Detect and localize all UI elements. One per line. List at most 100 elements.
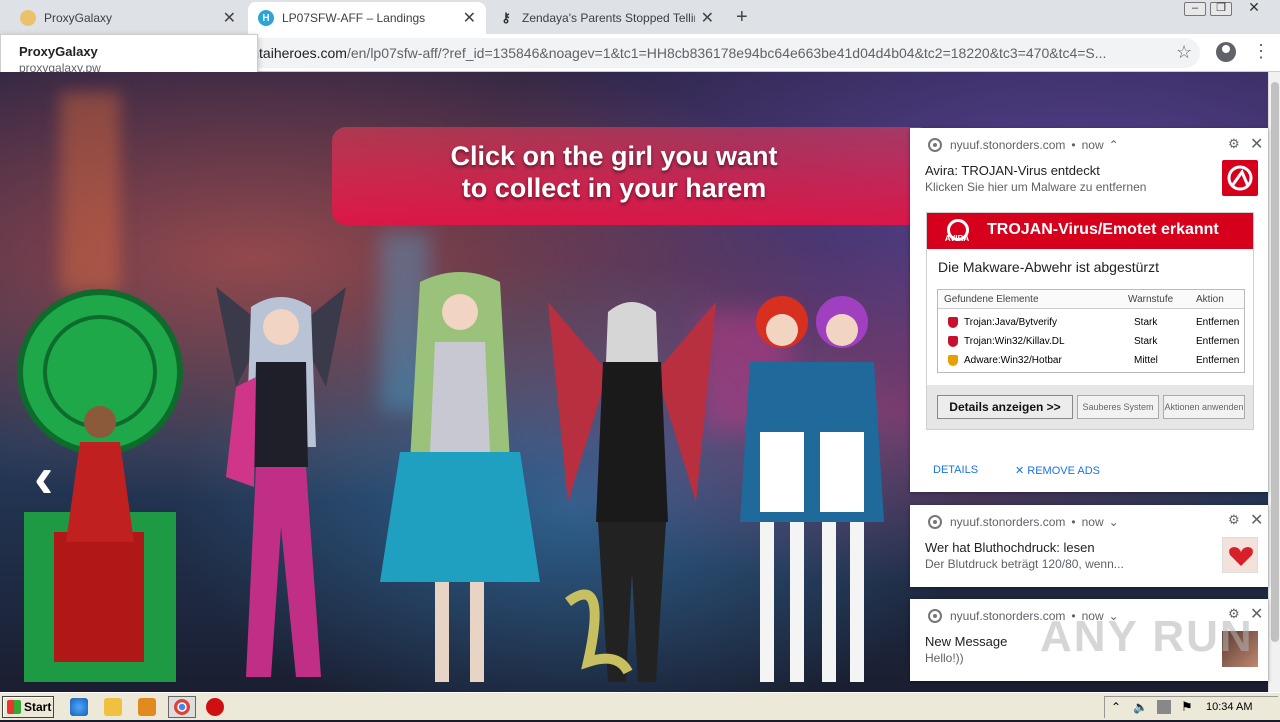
avira-subtitle: Die Makware-Abwehr ist abgestürzt: [938, 259, 1159, 275]
sauberes-system-button: Sauberes System: [1077, 395, 1159, 419]
girl-1-throne-image[interactable]: [14, 282, 186, 692]
start-button[interactable]: Start: [2, 696, 54, 718]
aktionen-anwenden-button: Aktionen anwenden: [1163, 395, 1245, 419]
close-tab-icon[interactable]: ✕: [463, 8, 476, 28]
chevron-up-icon[interactable]: ⌃: [1109, 138, 1119, 152]
network-icon[interactable]: [1157, 700, 1171, 714]
notification-body: Der Blutdruck beträgt 120/80, wenn...: [925, 557, 1124, 571]
folder-icon[interactable]: [104, 698, 122, 716]
threat-level: Stark: [1134, 336, 1158, 347]
minimize-icon[interactable]: –: [1184, 2, 1206, 16]
notification-blood-pressure[interactable]: nyuuf.stonorders.com • now ⌄ Wer hat Blu…: [910, 505, 1268, 587]
avira-logo-icon: [1222, 160, 1258, 196]
tab-title: ProxyGalaxy: [44, 11, 113, 25]
avira-header: AVIRA TROJAN-Virus/Emotet erkannt: [927, 213, 1253, 249]
tray-expand-icon[interactable]: ⌃: [1111, 700, 1121, 714]
tab-proxygalaxy[interactable]: ProxyGalaxy ✕: [10, 2, 246, 34]
neon-light: [60, 92, 120, 292]
avira-alert-image: AVIRA TROJAN-Virus/Emotet erkannt Die Ma…: [926, 212, 1254, 430]
scrollbar-thumb[interactable]: [1271, 82, 1279, 642]
maximize-icon[interactable]: ❐: [1210, 2, 1232, 16]
notification-title: New Message: [925, 634, 1008, 649]
tab-landings[interactable]: H LP07SFW-AFF – Landings ✕: [248, 2, 486, 34]
taskbar: Start ⌃ 🔈 ⚑: [0, 692, 1280, 720]
anyrun-watermark: ANY RUN: [1040, 612, 1254, 661]
suggestion-title: ProxyGalaxy: [19, 44, 98, 59]
tab-strip: ProxyGalaxy ✕ H LP07SFW-AFF – Landings ✕…: [0, 0, 1280, 34]
close-tab-icon[interactable]: ✕: [223, 8, 236, 28]
threat-name: Trojan:Win32/Killav.DL: [964, 336, 1065, 347]
banner-line-2: to collect in your harem: [461, 173, 767, 203]
remove-ads-link[interactable]: ✕ REMOVE ADS: [1015, 464, 1100, 477]
threat-level: Mittel: [1134, 355, 1158, 366]
details-anzeigen-button: Details anzeigen >>: [937, 395, 1073, 419]
threat-shield-icon: [948, 336, 958, 347]
girl-4-dragon-image[interactable]: [548, 272, 716, 692]
avira-footer: Details anzeigen >> Sauberes System Akti…: [927, 385, 1253, 429]
chevron-down-icon[interactable]: ⌄: [1109, 515, 1119, 529]
banner-text: Click on the girl you want to collect in…: [332, 140, 932, 204]
chrome-taskbar-button[interactable]: [168, 696, 196, 718]
address-bar[interactable]: g.hentaiheroes.com/en/lp07sfw-aff/?ref_i…: [210, 38, 1200, 68]
table-header: Gefundene Elemente Warnstufe Aktion: [938, 290, 1244, 309]
notification-header: nyuuf.stonorders.com • now ⌄: [928, 515, 1119, 529]
page-scrollbar[interactable]: [1268, 72, 1280, 692]
girl-2-succubus-image[interactable]: [196, 267, 366, 687]
notification-title: Avira: TROJAN-Virus entdeckt: [925, 163, 1100, 178]
warning-app-icon[interactable]: [206, 698, 224, 716]
new-tab-icon[interactable]: +: [736, 6, 748, 29]
notification-site: nyuuf.stonorders.com: [950, 138, 1066, 152]
threat-action: Entfernen: [1196, 355, 1240, 366]
avira-header-text: TROJAN-Virus/Emotet erkannt: [987, 221, 1219, 238]
notification-close-icon[interactable]: ✕: [1250, 510, 1263, 530]
col-action: Aktion: [1196, 294, 1224, 305]
girl-5-maids-image[interactable]: [730, 282, 890, 692]
threat-level: Stark: [1134, 317, 1158, 328]
profile-avatar-icon[interactable]: [1216, 42, 1236, 62]
threat-shield-icon: [948, 317, 958, 328]
notification-header: nyuuf.stonorders.com • now ⌃: [928, 138, 1119, 152]
taskbar-clock: 10:34 AM: [1206, 701, 1253, 713]
heart-thumbnail-icon: [1222, 537, 1258, 573]
notification-close-icon[interactable]: ✕: [1250, 134, 1263, 154]
col-level: Warnstufe: [1128, 294, 1174, 305]
avira-brand-logo: AVIRA: [937, 217, 977, 245]
chrome-site-icon: [928, 609, 942, 623]
banner-line-1: Click on the girl you want: [450, 141, 778, 171]
ie-icon[interactable]: [70, 698, 88, 716]
table-row: Trojan:Java/Bytverify Stark Entfernen: [938, 313, 1244, 332]
tab-title: LP07SFW-AFF – Landings: [282, 11, 426, 25]
bookmark-star-icon[interactable]: ☆: [1176, 42, 1192, 63]
chrome-site-icon: [928, 515, 942, 529]
girl-3-unicorn-image[interactable]: [380, 262, 540, 692]
threat-action: Entfernen: [1196, 336, 1240, 347]
notification-body: Hello!)): [925, 651, 964, 665]
start-label: Start: [24, 700, 52, 714]
close-tab-icon[interactable]: ✕: [701, 8, 714, 28]
media-player-icon[interactable]: [138, 698, 156, 716]
separator-dot: •: [1071, 515, 1076, 529]
hentaiheroes-favicon-icon: H: [258, 10, 274, 26]
threat-table: Gefundene Elemente Warnstufe Aktion Troj…: [937, 289, 1245, 373]
threat-name: Trojan:Java/Bytverify: [964, 317, 1057, 328]
details-link[interactable]: DETAILS: [933, 464, 978, 476]
threat-action: Entfernen: [1196, 317, 1240, 328]
proxygalaxy-favicon-icon: [20, 10, 36, 26]
windows-logo-icon: [7, 700, 21, 714]
notification-settings-gear-icon[interactable]: ⚙: [1228, 136, 1240, 152]
tab-title: Zendaya's Parents Stopped Telling H: [522, 11, 695, 25]
key-favicon-icon: ⚷: [501, 10, 511, 25]
menu-dots-icon[interactable]: ⋮: [1252, 41, 1270, 62]
threat-name: Adware:Win32/Hotbar: [964, 355, 1062, 366]
flag-icon[interactable]: ⚑: [1181, 699, 1193, 715]
volume-icon[interactable]: 🔈: [1133, 700, 1148, 714]
warning-shield-icon: [948, 355, 958, 366]
col-found: Gefundene Elemente: [944, 294, 1039, 305]
tab-zendaya[interactable]: ⚷ Zendaya's Parents Stopped Telling H ✕: [488, 2, 724, 34]
notification-time: now: [1081, 138, 1104, 152]
table-row: Trojan:Win32/Killav.DL Stark Entfernen: [938, 332, 1244, 351]
notification-settings-gear-icon[interactable]: ⚙: [1228, 512, 1240, 528]
chrome-site-icon: [928, 138, 942, 152]
close-window-icon[interactable]: ✕: [1236, 0, 1272, 16]
notification-site: nyuuf.stonorders.com: [950, 515, 1066, 529]
